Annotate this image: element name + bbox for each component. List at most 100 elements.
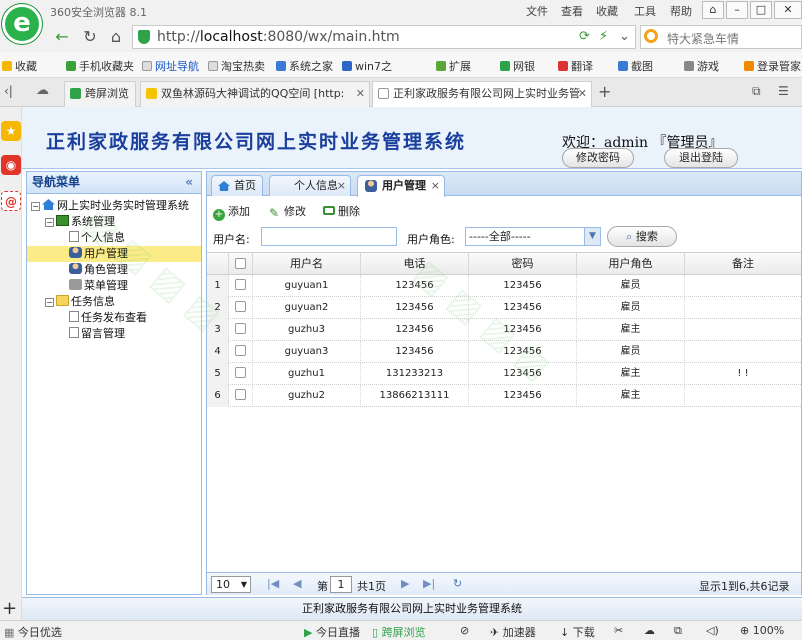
add-sidebar-icon[interactable]: + bbox=[2, 598, 17, 619]
col-password[interactable]: 密码 bbox=[469, 253, 577, 275]
email-icon[interactable]: @ bbox=[1, 191, 21, 211]
bookmark-taobao[interactable]: 淘宝热卖 bbox=[208, 58, 265, 74]
page-size-select[interactable]: 10 ▼ bbox=[211, 576, 251, 593]
skin-icon[interactable]: ⌂ bbox=[702, 1, 724, 19]
last-page-icon[interactable]: ▶| bbox=[423, 577, 435, 590]
col-username[interactable]: 用户名 bbox=[253, 253, 361, 275]
table-row[interactable]: 4 guyuan3 123456 123456 雇员 bbox=[207, 341, 801, 363]
bookmark-system-home[interactable]: 系统之家 bbox=[276, 58, 333, 74]
row-checkbox[interactable] bbox=[229, 385, 253, 407]
cross-screen-link[interactable]: ▯ 跨屏浏览 bbox=[372, 624, 426, 640]
restore-tab-icon[interactable]: ⧉ bbox=[752, 84, 761, 99]
tree-user-mgmt[interactable]: 用户管理 bbox=[27, 246, 201, 262]
bookmark-nav[interactable]: 网址导航 bbox=[142, 58, 199, 74]
tree-personal-info[interactable]: 个人信息 bbox=[69, 230, 125, 246]
back-icon[interactable]: ← bbox=[52, 26, 72, 48]
cloud-icon[interactable]: ☁ bbox=[644, 624, 655, 637]
tree-menu-mgmt[interactable]: 菜单管理 bbox=[69, 278, 128, 294]
restore-icon[interactable]: ⧉ bbox=[674, 624, 682, 638]
speed-mode-icon[interactable]: ⚡ bbox=[599, 29, 608, 44]
netbank-button[interactable]: 网银 bbox=[500, 58, 535, 74]
logout-button[interactable]: 退出登陆 bbox=[664, 148, 738, 168]
row-checkbox[interactable] bbox=[229, 319, 253, 341]
sidebar-toggle-icon[interactable]: ‹| bbox=[4, 84, 13, 98]
bookmark-mobile[interactable]: 手机收藏夹 bbox=[66, 58, 134, 74]
games-button[interactable]: 游戏 bbox=[684, 58, 719, 74]
bookmark-win7[interactable]: win7之 bbox=[342, 58, 392, 74]
tab-home[interactable]: 首页 bbox=[211, 175, 263, 196]
search-button[interactable]: ⌕ 搜索 bbox=[607, 226, 677, 247]
close-tab-icon[interactable]: × bbox=[337, 176, 346, 196]
delete-button[interactable]: 删除 bbox=[323, 203, 360, 219]
tree-task-publish[interactable]: 任务发布查看 bbox=[69, 310, 147, 326]
refresh-icon[interactable]: ↻ bbox=[453, 577, 462, 590]
cloud-icon[interactable]: ☁ bbox=[36, 83, 49, 98]
menu-file[interactable]: 文件 bbox=[526, 3, 548, 19]
translate-button[interactable]: 翻译 bbox=[558, 58, 593, 74]
table-row[interactable]: 1 guyuan1 123456 123456 雇员 bbox=[207, 275, 801, 297]
maximize-button[interactable]: □ bbox=[750, 1, 772, 19]
col-role[interactable]: 用户角色 bbox=[577, 253, 685, 275]
first-page-icon[interactable]: |◀ bbox=[267, 577, 279, 590]
table-row[interactable]: 3 guzhu3 123456 123456 雇主 bbox=[207, 319, 801, 341]
col-phone[interactable]: 电话 bbox=[361, 253, 469, 275]
select-all-checkbox[interactable] bbox=[229, 253, 253, 275]
close-button[interactable]: ✕ bbox=[774, 1, 802, 19]
role-select[interactable]: -----全部----- ▼ bbox=[465, 227, 601, 246]
home-icon[interactable]: ⌂ bbox=[106, 26, 126, 48]
browser-tab-app[interactable]: 正利家政服务有限公司网上实时业务管 ✕ bbox=[372, 81, 592, 107]
new-tab-button[interactable]: + bbox=[598, 82, 611, 101]
col-note[interactable]: 备注 bbox=[685, 253, 801, 275]
table-row[interactable]: 2 guyuan2 123456 123456 雇员 bbox=[207, 297, 801, 319]
add-button[interactable]: + 添加 bbox=[213, 203, 250, 221]
menu-tools[interactable]: 工具 bbox=[634, 3, 656, 19]
tree-system-mgmt[interactable]: − 系统管理 bbox=[45, 214, 115, 230]
edit-button[interactable]: ✎ 修改 bbox=[269, 203, 306, 219]
next-page-icon[interactable]: ▶ bbox=[401, 577, 409, 590]
table-row[interactable]: 6 guzhu2 13866213111 123456 雇主 bbox=[207, 385, 801, 407]
tab-list-icon[interactable]: ☰ bbox=[778, 84, 789, 98]
accelerator-link[interactable]: ✈ 加速器 bbox=[490, 624, 536, 640]
menu-favorites[interactable]: 收藏 bbox=[596, 3, 618, 19]
zoom-control[interactable]: ⊕ 100% bbox=[740, 624, 784, 637]
download-link[interactable]: ↓ 下载 bbox=[560, 624, 595, 640]
close-tab-icon[interactable]: × bbox=[431, 176, 440, 196]
menu-view[interactable]: 查看 bbox=[561, 3, 583, 19]
prev-page-icon[interactable]: ◀ bbox=[293, 577, 301, 590]
tab-personal-info[interactable]: 个人信息 × bbox=[269, 175, 351, 196]
browser-tab-qq[interactable]: 双鱼林源码大神调试的QQ空间 [http: ✕ bbox=[140, 81, 370, 107]
row-checkbox[interactable] bbox=[229, 363, 253, 385]
weibo-icon[interactable]: ◉ bbox=[1, 155, 21, 175]
page-number-input[interactable]: 1 bbox=[330, 576, 352, 593]
compat-mode-icon[interactable]: ⟳ bbox=[579, 29, 590, 44]
screenshot-button[interactable]: 截图 bbox=[618, 58, 653, 74]
refresh-icon[interactable]: ↻ bbox=[80, 26, 100, 48]
volume-icon[interactable]: ◁) bbox=[706, 624, 719, 637]
live-link[interactable]: ▶ 今日直播 bbox=[304, 624, 360, 640]
edge-icon[interactable]: ⊘ bbox=[460, 624, 469, 637]
tree-message-mgmt[interactable]: 留言管理 bbox=[69, 326, 125, 342]
tree-root[interactable]: − 网上实时业务实时管理系统 bbox=[31, 198, 189, 214]
search-box[interactable]: 特大紧急车情 bbox=[640, 25, 802, 49]
table-row[interactable]: 5 guzhu1 131233213 123456 雇主 ! ! bbox=[207, 363, 801, 385]
collapse-icon[interactable]: « bbox=[185, 172, 193, 193]
login-manager-button[interactable]: 登录管家 bbox=[744, 58, 801, 74]
tree-task-info[interactable]: − 任务信息 bbox=[45, 294, 115, 310]
dropdown-icon[interactable]: ⌄ bbox=[619, 29, 630, 44]
minimize-button[interactable]: – bbox=[726, 1, 748, 19]
daily-picks-link[interactable]: ▦ 今日优选 bbox=[4, 624, 62, 640]
change-password-button[interactable]: 修改密码 bbox=[562, 148, 634, 168]
extensions-button[interactable]: 扩展 bbox=[436, 58, 471, 74]
tab-user-mgmt[interactable]: 用户管理 × bbox=[357, 175, 445, 197]
row-checkbox[interactable] bbox=[229, 297, 253, 319]
username-input[interactable] bbox=[261, 227, 397, 246]
browser-tab-crossscreen[interactable]: 跨屏浏览 bbox=[64, 81, 136, 107]
address-bar[interactable]: http://localhost:8080/wx/main.htm ⟳ ⚡ ⌄ bbox=[132, 25, 636, 49]
scissors-icon[interactable]: ✂ bbox=[614, 624, 623, 637]
tree-role-mgmt[interactable]: 角色管理 bbox=[69, 262, 128, 278]
bookmark-favorites[interactable]: 收藏 bbox=[2, 58, 37, 74]
favorites-star-icon[interactable]: ★ bbox=[1, 121, 21, 141]
row-checkbox[interactable] bbox=[229, 341, 253, 363]
row-checkbox[interactable] bbox=[229, 275, 253, 297]
menu-help[interactable]: 帮助 bbox=[670, 3, 692, 19]
